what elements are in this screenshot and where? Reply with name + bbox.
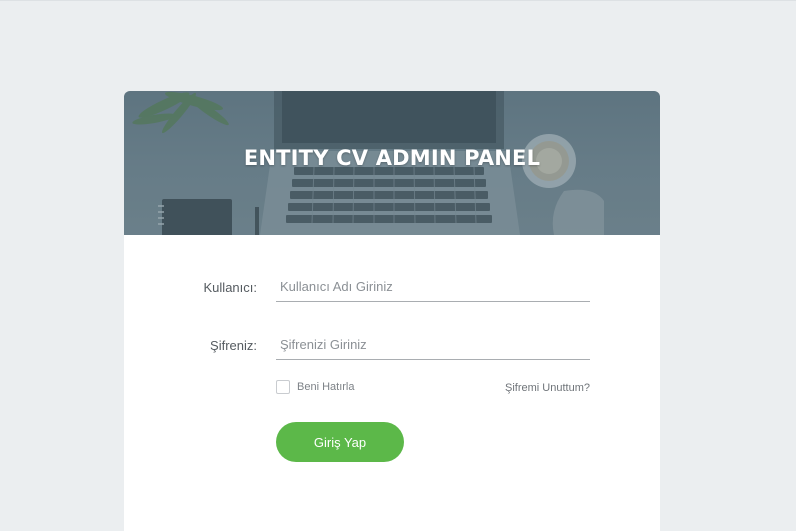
username-label: Kullanıcı:	[203, 280, 257, 295]
remember-me[interactable]: Beni Hatırla	[276, 380, 354, 394]
page-title: ENTITY CV ADMIN PANEL	[243, 146, 541, 170]
login-card: ENTITY CV ADMIN PANEL Kullanıcı: Şifreni…	[124, 91, 660, 531]
login-form: Kullanıcı: Şifreniz: Beni Hatırla Şifrem…	[124, 235, 660, 531]
remember-me-checkbox[interactable]	[276, 380, 290, 394]
password-input[interactable]	[276, 330, 590, 360]
login-button[interactable]: Giriş Yap	[276, 422, 404, 462]
header-banner: ENTITY CV ADMIN PANEL	[124, 91, 660, 235]
remember-me-label: Beni Hatırla	[297, 381, 355, 393]
top-border	[0, 0, 796, 1]
forgot-password-link[interactable]: Şifremi Unuttum?	[505, 382, 590, 394]
password-label: Şifreniz:	[210, 338, 257, 353]
username-input[interactable]	[276, 272, 590, 302]
